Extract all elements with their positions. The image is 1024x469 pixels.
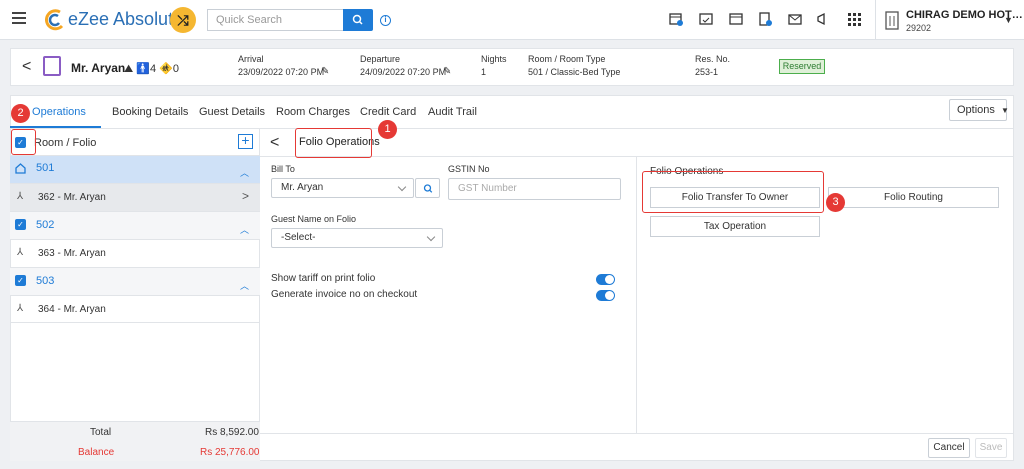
apps-grid-icon[interactable] (847, 12, 861, 26)
chevron-down-icon (397, 182, 407, 192)
callout-highlight-3 (642, 171, 824, 213)
divider (260, 156, 1014, 157)
search-icon (352, 14, 363, 25)
show-tariff-label: Show tariff on print folio (271, 273, 376, 284)
chevron-up-icon[interactable]: ︿ (240, 223, 249, 236)
folio-label: 364 - Mr. Aryan (38, 304, 106, 315)
total-label: Total (90, 427, 112, 438)
folio-routing-button[interactable]: Folio Routing (828, 187, 999, 208)
back-arrow-icon[interactable]: < (270, 134, 279, 152)
calculator-doc-icon[interactable] (758, 12, 772, 26)
mail-icon[interactable] (788, 12, 802, 26)
options-label: Options (957, 104, 995, 116)
cancel-button[interactable]: Cancel (928, 438, 970, 458)
children-count: 0 (172, 63, 180, 75)
pax-count: ⛰ 🚹4 🚸0 (124, 63, 180, 75)
room-type-label: Room / Room Type (528, 54, 606, 64)
info-icon[interactable]: i (380, 15, 391, 26)
guest-name-folio-label: Guest Name on Folio (271, 214, 357, 224)
property-code: 29202 (906, 23, 932, 33)
home-icon (15, 163, 26, 174)
arrival-value: 23/09/2022 07:20 PM (238, 67, 325, 77)
chevron-up-icon[interactable]: ︿ (240, 166, 249, 179)
departure-value: 24/09/2022 07:20 PM (360, 67, 447, 77)
divider (260, 433, 1014, 434)
callout-badge-3: 3 (826, 193, 845, 212)
tab-booking-details[interactable]: Booking Details (112, 106, 188, 118)
tax-operation-button[interactable]: Tax Operation (650, 216, 820, 237)
divider (636, 157, 637, 433)
status-badge: Reserved (779, 59, 825, 74)
room-folio-label: Room / Folio (34, 137, 97, 149)
edit-pencil-icon[interactable]: ✎ (321, 66, 329, 77)
calendar-icon[interactable] (729, 12, 743, 26)
app-name: eZee Absolute (68, 9, 184, 29)
callout-highlight-1 (295, 128, 372, 158)
divider (875, 0, 876, 40)
hamburger-menu-icon[interactable] (12, 12, 26, 24)
chevron-down-icon[interactable]: ▼ (1004, 15, 1013, 25)
callout-badge-2: 2 (11, 104, 30, 123)
folio-split-icon: ⅄ (17, 247, 24, 258)
res-no-label: Res. No. (695, 54, 731, 64)
tab-room-charges[interactable]: Room Charges (276, 106, 350, 118)
bill-to-search-button[interactable] (415, 178, 440, 198)
chevron-right-icon[interactable]: > (242, 189, 249, 203)
room-checkbox[interactable]: ✓ (15, 275, 26, 286)
guest-name: Mr. Aryan (71, 61, 126, 75)
add-folio-icon[interactable]: + (238, 133, 253, 149)
balance-label: Balance (78, 447, 115, 458)
tab-guest-details[interactable]: Guest Details (199, 106, 265, 118)
folio-split-icon: ⅄ (17, 191, 24, 202)
departure-label: Departure (360, 54, 401, 64)
generate-invoice-label: Generate invoice no on checkout (271, 289, 418, 300)
bill-to-label: Bill To (271, 164, 295, 174)
balance-value: Rs 25,776.00 (200, 447, 260, 458)
edit-pencil-icon[interactable]: ✎ (443, 66, 451, 77)
back-arrow-icon[interactable]: < (22, 58, 31, 76)
quick-search-input[interactable]: Quick Search (207, 9, 344, 31)
tab-audit-trail[interactable]: Audit Trail (428, 106, 477, 118)
nights-label: Nights (481, 54, 507, 64)
generate-invoice-toggle[interactable] (596, 290, 615, 301)
shuffle-icon[interactable]: ⤮ (170, 7, 196, 33)
options-button[interactable]: Options ▼ (949, 99, 1009, 121)
folio-label: 363 - Mr. Aryan (38, 248, 106, 259)
calendar-check-icon[interactable] (699, 12, 713, 26)
bill-to-value: Mr. Aryan (281, 182, 324, 193)
calendar-clock-icon[interactable] (669, 12, 683, 26)
bill-to-select[interactable]: Mr. Aryan (271, 178, 414, 198)
chevron-down-icon (426, 232, 436, 242)
gstin-label: GSTIN No (448, 164, 490, 174)
callout-badge-1: 1 (378, 120, 397, 139)
folio-split-icon: ⅄ (17, 303, 24, 314)
room-number: 502 (36, 219, 55, 231)
chevron-up-icon[interactable]: ︿ (240, 279, 249, 292)
guest-name-folio-value: -Select- (281, 232, 316, 243)
search-button[interactable] (343, 9, 373, 31)
save-button[interactable]: Save (975, 438, 1007, 458)
guest-card-icon (43, 56, 61, 76)
res-no-value: 253-1 (695, 67, 719, 77)
tab-credit-card[interactable]: Credit Card (360, 106, 416, 118)
guest-name-folio-select[interactable]: -Select- (271, 228, 443, 248)
folio-label: 362 - Mr. Aryan (38, 192, 106, 203)
show-tariff-toggle[interactable] (596, 274, 615, 285)
nights-value: 1 (481, 67, 487, 77)
gstin-input[interactable]: GST Number (448, 178, 621, 200)
total-value: Rs 8,592.00 (205, 427, 259, 438)
room-checkbox[interactable]: ✓ (15, 219, 26, 230)
adults-count: 4 (150, 63, 157, 75)
room-number: 501 (36, 162, 55, 174)
building-icon (885, 11, 899, 30)
callout-highlight-2 (11, 129, 36, 155)
caret-down-icon: ▼ (1000, 106, 1009, 115)
ezee-logo-icon (44, 9, 64, 31)
arrival-label: Arrival (238, 54, 264, 64)
megaphone-icon[interactable] (816, 12, 830, 26)
room-type-value: 501 / Classic-Bed Type (528, 67, 621, 77)
search-icon (423, 184, 433, 193)
room-number: 503 (36, 275, 55, 287)
